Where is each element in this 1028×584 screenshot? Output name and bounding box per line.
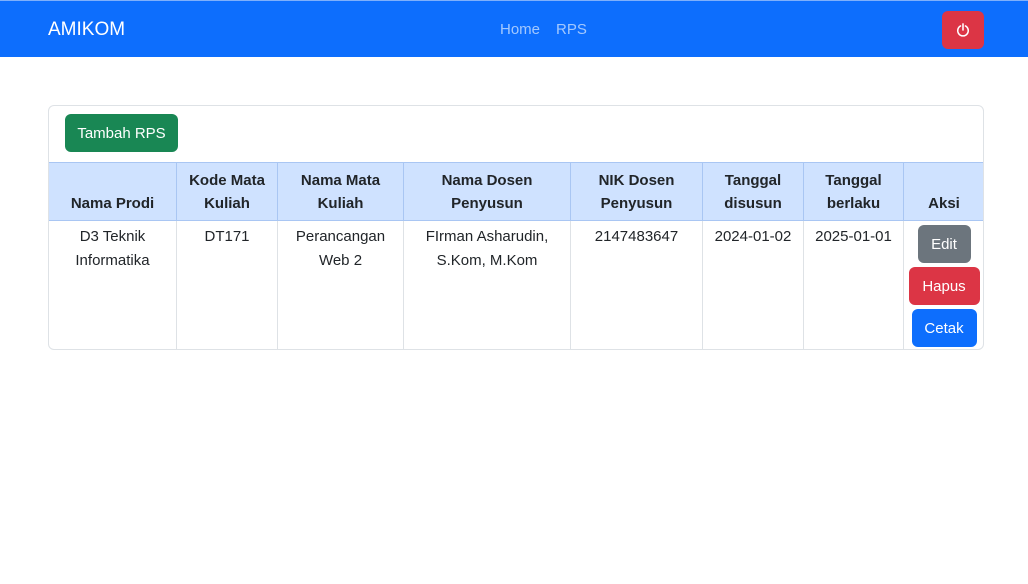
header-nik-dosen: NIK Dosen Penyusun	[570, 162, 703, 221]
power-icon	[956, 23, 970, 37]
logout-button[interactable]	[942, 11, 984, 49]
edit-button[interactable]: Edit	[917, 225, 971, 263]
add-rps-button[interactable]: Tambah RPS	[65, 114, 178, 152]
card-header: Tambah RPS	[49, 106, 983, 162]
delete-button[interactable]: Hapus	[908, 267, 980, 305]
cell-tanggal-berlaku: 2025-01-01	[803, 220, 904, 349]
table-header-row: Nama Prodi Kode Mata Kuliah Nama Mata Ku…	[49, 162, 983, 221]
cell-nama-mata-kuliah: Perancangan Web 2	[277, 220, 404, 349]
header-kode-mata-kuliah: Kode Mata Kuliah	[176, 162, 278, 221]
cell-kode-mata-kuliah: DT171	[176, 220, 278, 349]
rps-card: Tambah RPS Nama Prodi Kode Mata Kuliah N…	[48, 105, 984, 350]
nav-link-rps[interactable]: RPS	[556, 20, 587, 40]
print-button[interactable]: Cetak	[911, 309, 977, 347]
action-buttons: Edit Hapus Cetak	[908, 225, 980, 347]
nav-link-home[interactable]: Home	[500, 20, 540, 40]
header-nama-mata-kuliah: Nama Mata Kuliah	[277, 162, 404, 221]
header-aksi: Aksi	[903, 162, 983, 221]
nav-links: Home RPS	[500, 20, 587, 40]
header-nama-prodi: Nama Prodi	[49, 162, 177, 221]
brand-logo[interactable]: AMIKOM	[48, 18, 125, 42]
cell-aksi: Edit Hapus Cetak	[903, 220, 983, 349]
table-row: D3 Teknik Informatika DT171 Perancangan …	[49, 220, 983, 349]
header-nama-dosen: Nama Dosen Penyusun	[403, 162, 571, 221]
navbar: AMIKOM Home RPS	[0, 0, 1028, 57]
header-tanggal-disusun: Tanggal disusun	[702, 162, 804, 221]
rps-table: Nama Prodi Kode Mata Kuliah Nama Mata Ku…	[49, 162, 983, 349]
cell-nama-prodi: D3 Teknik Informatika	[49, 220, 177, 349]
cell-tanggal-disusun: 2024-01-02	[702, 220, 804, 349]
cell-nama-dosen: FIrman Asharudin, S.Kom, M.Kom	[403, 220, 571, 349]
header-tanggal-berlaku: Tanggal berlaku	[803, 162, 904, 221]
cell-nik-dosen: 2147483647	[570, 220, 703, 349]
